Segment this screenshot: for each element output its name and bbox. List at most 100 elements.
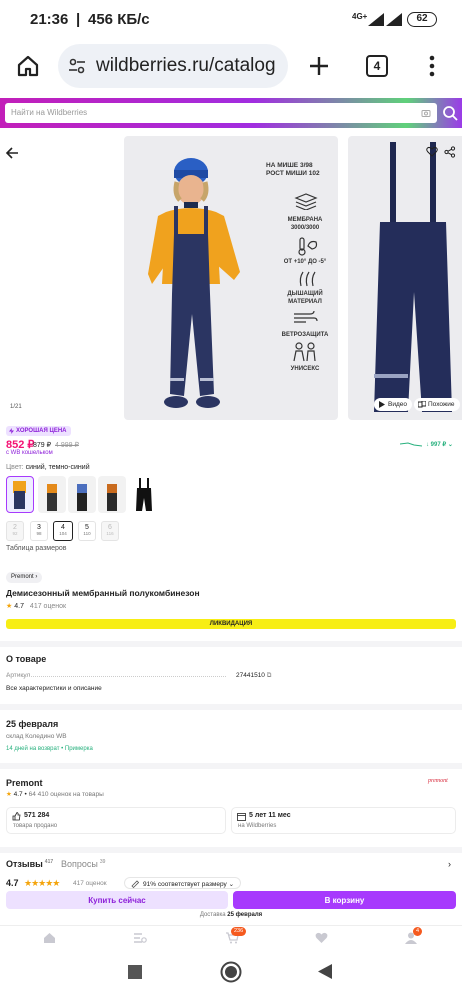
url-bar[interactable]: wildberries.ru/catalog [58, 44, 288, 88]
size-option-5[interactable]: 5 110 [78, 521, 96, 541]
site-settings-icon[interactable] [68, 57, 86, 75]
brand-name: Premont [11, 574, 34, 580]
size-value: 6 [108, 524, 112, 531]
status-bar: 21:36 | 456 КБ/с 4G+ 62 [0, 0, 462, 40]
size-match-text: 91% соответствует размеру [143, 881, 227, 888]
color-variant-2[interactable] [38, 476, 66, 513]
tab-questions[interactable]: Вопросы 39 [61, 859, 105, 869]
add-to-cart-button[interactable]: В корзину [233, 891, 456, 909]
site-bottom-nav: 236 4 [0, 925, 462, 950]
size-table-link[interactable]: Таблица размеров [6, 545, 67, 552]
questions-tab-label: Вопросы [61, 859, 98, 869]
calendar-icon [237, 813, 246, 821]
search-placeholder: Найти на Wildberries [11, 108, 88, 117]
back-arrow-icon[interactable] [5, 146, 19, 160]
camera-icon[interactable] [421, 108, 431, 118]
about-heading: О товаре [6, 654, 47, 664]
system-back-icon[interactable] [317, 963, 333, 980]
nav-catalog-icon[interactable] [133, 932, 147, 944]
return-info: 14 дней на возврат • Примерка [6, 746, 93, 752]
seller-rating: 4.7 [13, 791, 23, 798]
feature-temperature: ОТ +10° ДО -5° [283, 259, 327, 265]
sold-stat-card: 571 284 товара продано [6, 807, 226, 834]
product-main-image[interactable]: НА МИШЕ 3/98 РОСТ МИШИ 102 МЕМБРАНА 3000… [124, 136, 338, 420]
share-icon[interactable] [444, 146, 456, 158]
good-price-badge: ХОРОШАЯ ЦЕНА [6, 426, 71, 436]
delivery-note: Доставка 25 февраля [0, 912, 462, 918]
browser-menu-icon[interactable] [428, 54, 436, 78]
years-label: на Wildberries [238, 823, 277, 829]
action-bar: Купить сейчас В корзину Доставка 25 февр… [0, 889, 462, 925]
buy-now-button[interactable]: Купить сейчас [6, 891, 228, 909]
site-search-input[interactable]: Найти на Wildberries [5, 103, 437, 123]
seller-name[interactable]: Premont [6, 778, 43, 788]
url-text[interactable]: wildberries.ru/catalog [96, 55, 276, 77]
nav-favorites-icon[interactable] [315, 932, 328, 944]
similar-button[interactable]: Похожие [414, 398, 460, 411]
color-label: Цвет: [6, 464, 24, 471]
copy-icon[interactable]: ⧉ [267, 672, 272, 679]
sale-banner[interactable]: ЛИКВИДАЦИЯ [6, 619, 456, 629]
size-value: 5 [85, 524, 89, 531]
rating-row[interactable]: ★ 4.7 417 оценок [6, 602, 66, 610]
site-header: Найти на Wildberries [0, 98, 462, 128]
return-days: 14 дней на возврат [6, 746, 60, 752]
size-option-2[interactable]: 2 92 [6, 521, 24, 541]
heart-icon[interactable] [426, 146, 438, 157]
variant-thumb [77, 484, 87, 511]
thumbs-up-icon [12, 812, 21, 821]
brand-chip[interactable]: Premont › [6, 572, 43, 583]
reviews-more-arrow[interactable]: › [448, 859, 451, 869]
questions-tab-count: 39 [99, 859, 106, 865]
tab-reviews[interactable]: Отзывы 417 [6, 859, 53, 869]
color-variant-5[interactable] [130, 476, 158, 513]
seller-rating-row: ★ 4.7 • 64 410 оценок на товары [6, 791, 104, 798]
article-value[interactable]: 27441510 ⧉ [236, 672, 271, 680]
rating-stars: ★★★★★ [24, 878, 60, 888]
seller-logo[interactable]: premont [428, 778, 448, 784]
new-tab-icon[interactable] [307, 54, 331, 78]
size-value: 4 [61, 524, 65, 531]
search-icon[interactable] [442, 105, 458, 121]
nav-home-icon[interactable] [43, 932, 56, 944]
color-variant-3[interactable] [68, 476, 96, 513]
section-divider [0, 641, 462, 647]
status-network: 4G+ [352, 12, 368, 21]
variant-thumb [47, 484, 57, 511]
seller-rating-info: 64 410 оценок на товары [28, 791, 104, 798]
variant-thumb [107, 484, 117, 511]
size-match-chip[interactable]: 91% соответствует размеру ⌄ [124, 877, 242, 889]
signal-icon [368, 13, 384, 26]
reviews-tab-label: Отзывы [6, 859, 43, 869]
variant-thumb [136, 478, 152, 511]
sold-value: 571 284 [24, 812, 50, 819]
product-secondary-image[interactable]: Видео Похожие [348, 136, 462, 420]
product-title: Демисезонный мембранный полукомбинезон [6, 588, 200, 598]
reviews-rating: 4.7 [6, 878, 19, 888]
size-option-3[interactable]: 3 98 [30, 521, 48, 541]
home-icon[interactable] [16, 54, 40, 78]
price-trend[interactable]: ↓ 997 ₽ ⌄ [426, 441, 453, 448]
sold-label: товара продано [13, 823, 58, 829]
years-stat-card: 5 лет 11 мес на Wildberries [231, 807, 456, 834]
size-option-6[interactable]: 6 116 [101, 521, 119, 541]
color-variant-1[interactable] [6, 476, 34, 513]
all-specs-link[interactable]: Все характеристики и описание [6, 685, 102, 692]
size-height: 98 [36, 531, 42, 536]
tabs-count-button[interactable]: 4 [366, 55, 388, 77]
system-home-icon[interactable] [220, 961, 242, 983]
size-height: 116 [106, 531, 114, 536]
color-variant-4[interactable] [98, 476, 126, 513]
section-divider [0, 763, 462, 769]
system-navigation-bar [0, 950, 462, 1000]
warehouse: склад Коледино WB [6, 733, 67, 740]
size-height: 92 [12, 531, 18, 536]
product-photo [148, 158, 240, 408]
status-time: 21:36 [30, 11, 69, 28]
video-button[interactable]: Видео [374, 398, 412, 411]
recents-icon[interactable] [128, 965, 142, 979]
size-note: НА МИШЕ 3/98 РОСТ МИШИ 102 [266, 162, 320, 177]
delivery-note-label: Доставка [199, 912, 226, 918]
size-option-4[interactable]: 4 104 [53, 521, 73, 541]
section-divider [0, 847, 462, 853]
